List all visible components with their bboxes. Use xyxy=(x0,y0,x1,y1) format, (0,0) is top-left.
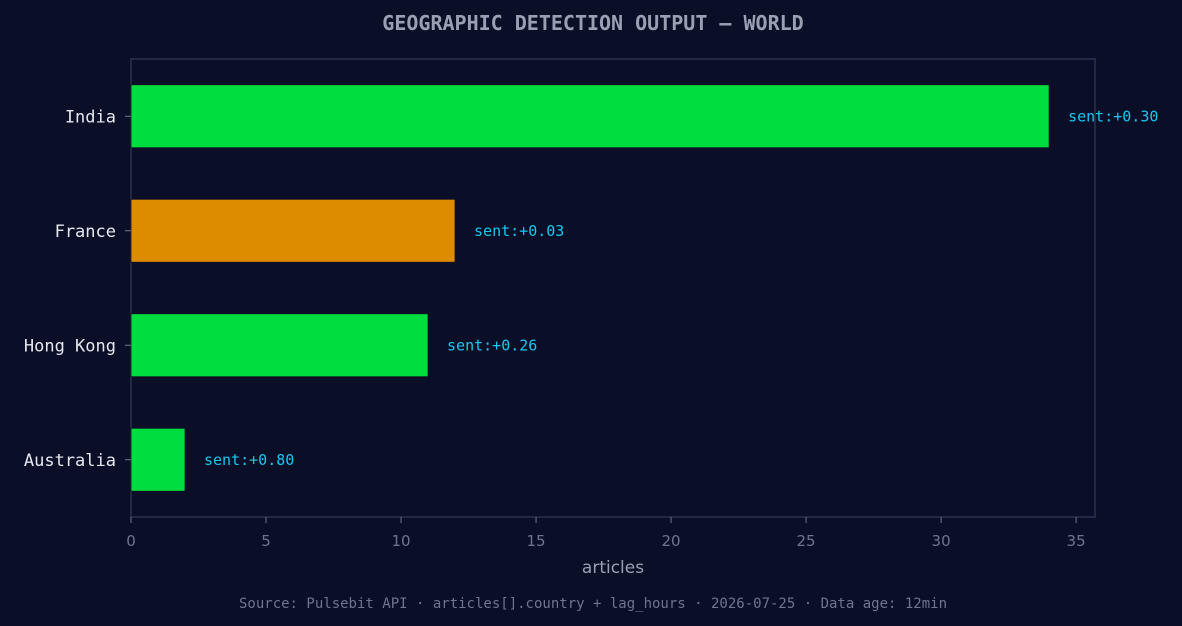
x-tick-label: 25 xyxy=(797,532,816,550)
x-tick-label: 15 xyxy=(526,532,545,550)
bars-layer xyxy=(130,84,1050,492)
chart-title: GEOGRAPHIC DETECTION OUTPUT — WORLD xyxy=(382,11,803,35)
chart: GEOGRAPHIC DETECTION OUTPUT — WORLD Indi… xyxy=(24,11,1159,612)
category-labels: India France Hong Kong Australia xyxy=(24,107,131,471)
x-tick-label: 5 xyxy=(261,532,271,550)
bar-hong-kong xyxy=(130,313,429,378)
x-tick-label: 20 xyxy=(662,532,681,550)
x-tick-label: 0 xyxy=(126,532,136,550)
data-label: sent:+0.80 xyxy=(204,451,294,469)
bar-australia xyxy=(130,427,186,492)
bar-india xyxy=(130,84,1050,149)
x-tick-label: 30 xyxy=(932,532,951,550)
x-axis-ticks: 0 5 10 15 20 25 30 35 xyxy=(126,517,1086,550)
x-axis-label: articles xyxy=(582,558,644,578)
x-tick-label: 10 xyxy=(391,532,410,550)
data-label: sent:+0.26 xyxy=(447,336,537,354)
category-label: India xyxy=(65,107,116,127)
category-label: Australia xyxy=(24,451,116,471)
x-tick-label: 35 xyxy=(1067,532,1086,550)
category-label: France xyxy=(55,222,116,242)
bar-france xyxy=(130,198,456,263)
category-label: Hong Kong xyxy=(24,336,116,356)
data-label: sent:+0.03 xyxy=(474,222,564,240)
data-labels: sent:+0.30 sent:+0.03 sent:+0.26 sent:+0.80 xyxy=(204,107,1158,469)
data-label: sent:+0.30 xyxy=(1068,107,1158,125)
source-footer: Source: Pulsebit API · articles[].countr… xyxy=(239,596,947,612)
